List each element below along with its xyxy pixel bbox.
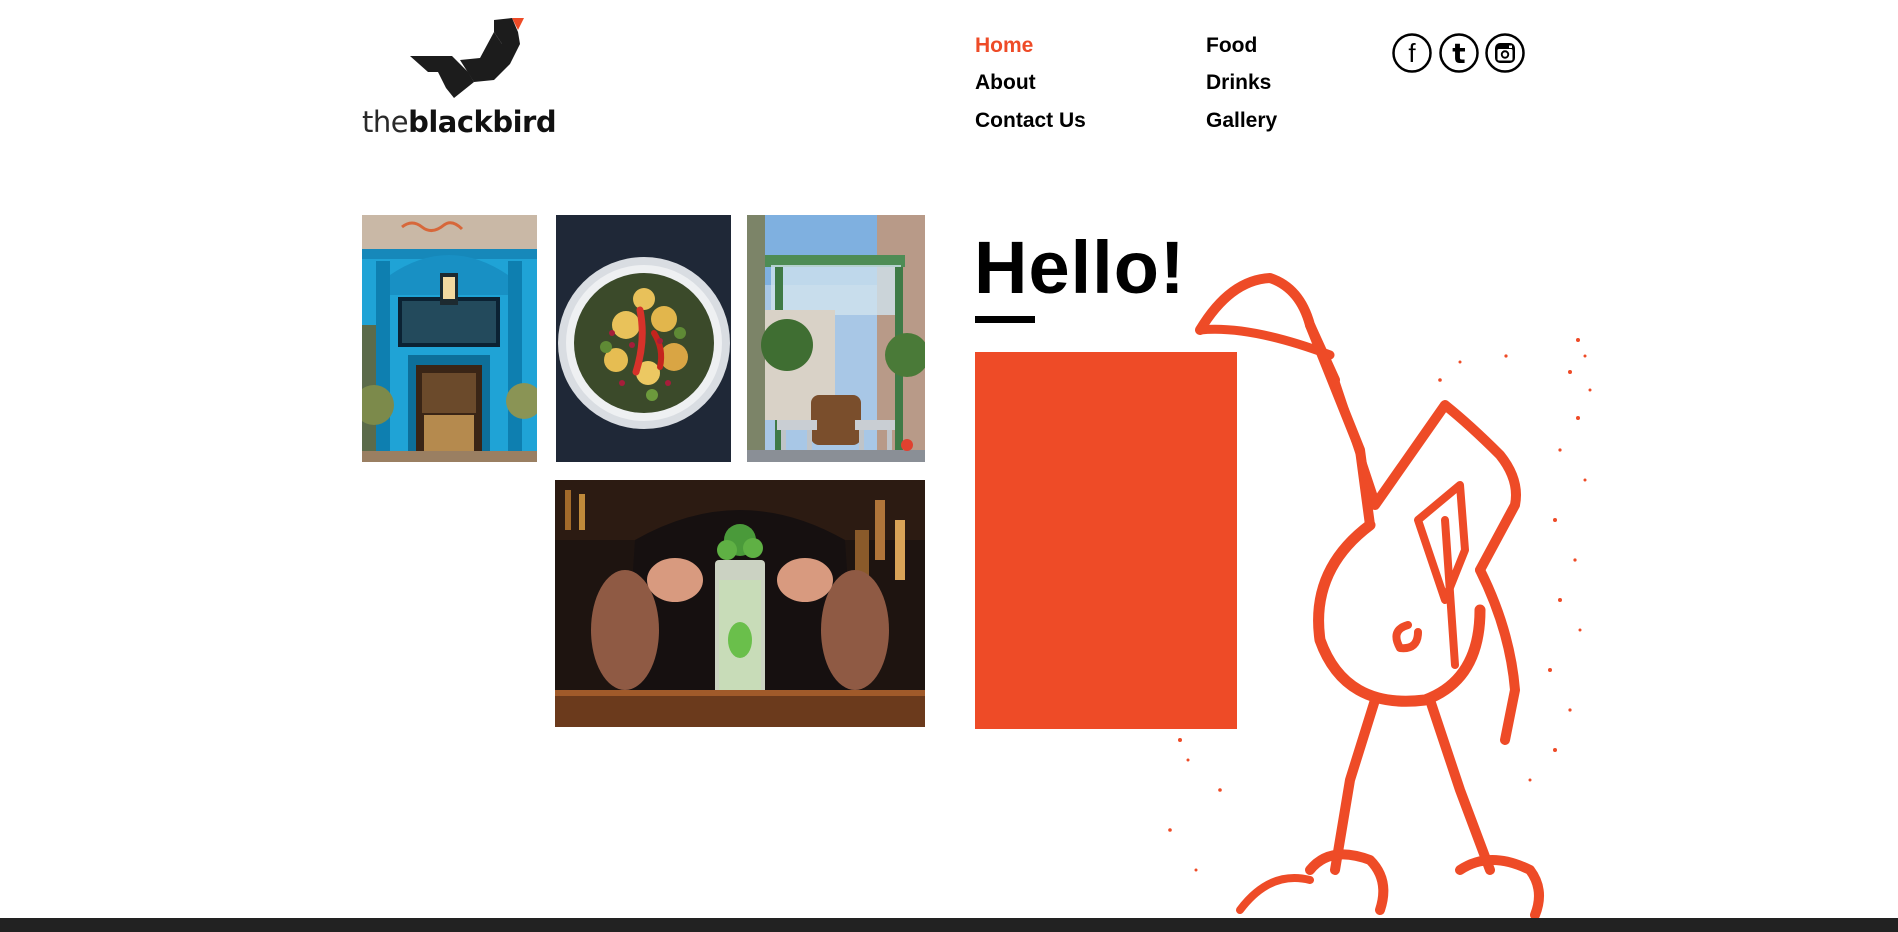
blackbird-logo-icon [410, 18, 524, 98]
instagram-icon [1485, 33, 1525, 73]
nav-gallery[interactable]: Gallery [1206, 109, 1277, 133]
footer-bar [0, 918, 1898, 932]
cocktail-image [555, 480, 925, 727]
nav-drinks[interactable]: Drinks [1206, 71, 1271, 95]
logo-prefix: the [362, 105, 409, 139]
logo-wing [438, 72, 474, 98]
logo-name: blackbird [408, 105, 557, 139]
nav-home[interactable]: Home [975, 34, 1033, 58]
twitter-link[interactable]: t [1439, 33, 1479, 73]
orange-panel [975, 352, 1237, 729]
twitter-glyph: t [1452, 37, 1465, 70]
facebook-glyph: f [1408, 38, 1416, 68]
social-links: f t [1392, 33, 1528, 75]
main-nav: Home About Contact Us Food Drinks Galler… [975, 34, 1315, 144]
storefront-photo[interactable] [362, 215, 537, 462]
storefront-image [362, 215, 537, 462]
page-title: Hello! [974, 226, 1186, 309]
beer-garden-image [747, 215, 925, 462]
twitter-icon: t [1439, 33, 1479, 73]
site-logo[interactable]: theblackbird [362, 18, 582, 140]
title-underline [975, 316, 1035, 323]
salad-bowl-photo[interactable] [556, 215, 731, 462]
logo-wordmark: theblackbird [362, 105, 557, 139]
nav-food[interactable]: Food [1206, 34, 1257, 58]
instagram-link[interactable] [1485, 33, 1525, 73]
nav-contact-us[interactable]: Contact Us [975, 109, 1086, 133]
facebook-link[interactable]: f [1392, 33, 1432, 73]
cocktail-photo[interactable] [555, 480, 925, 727]
logo-tail [410, 56, 468, 72]
nav-about[interactable]: About [975, 71, 1036, 95]
salad-bowl-image [556, 215, 731, 462]
beer-garden-photo[interactable] [747, 215, 925, 462]
facebook-icon: f [1392, 33, 1432, 73]
